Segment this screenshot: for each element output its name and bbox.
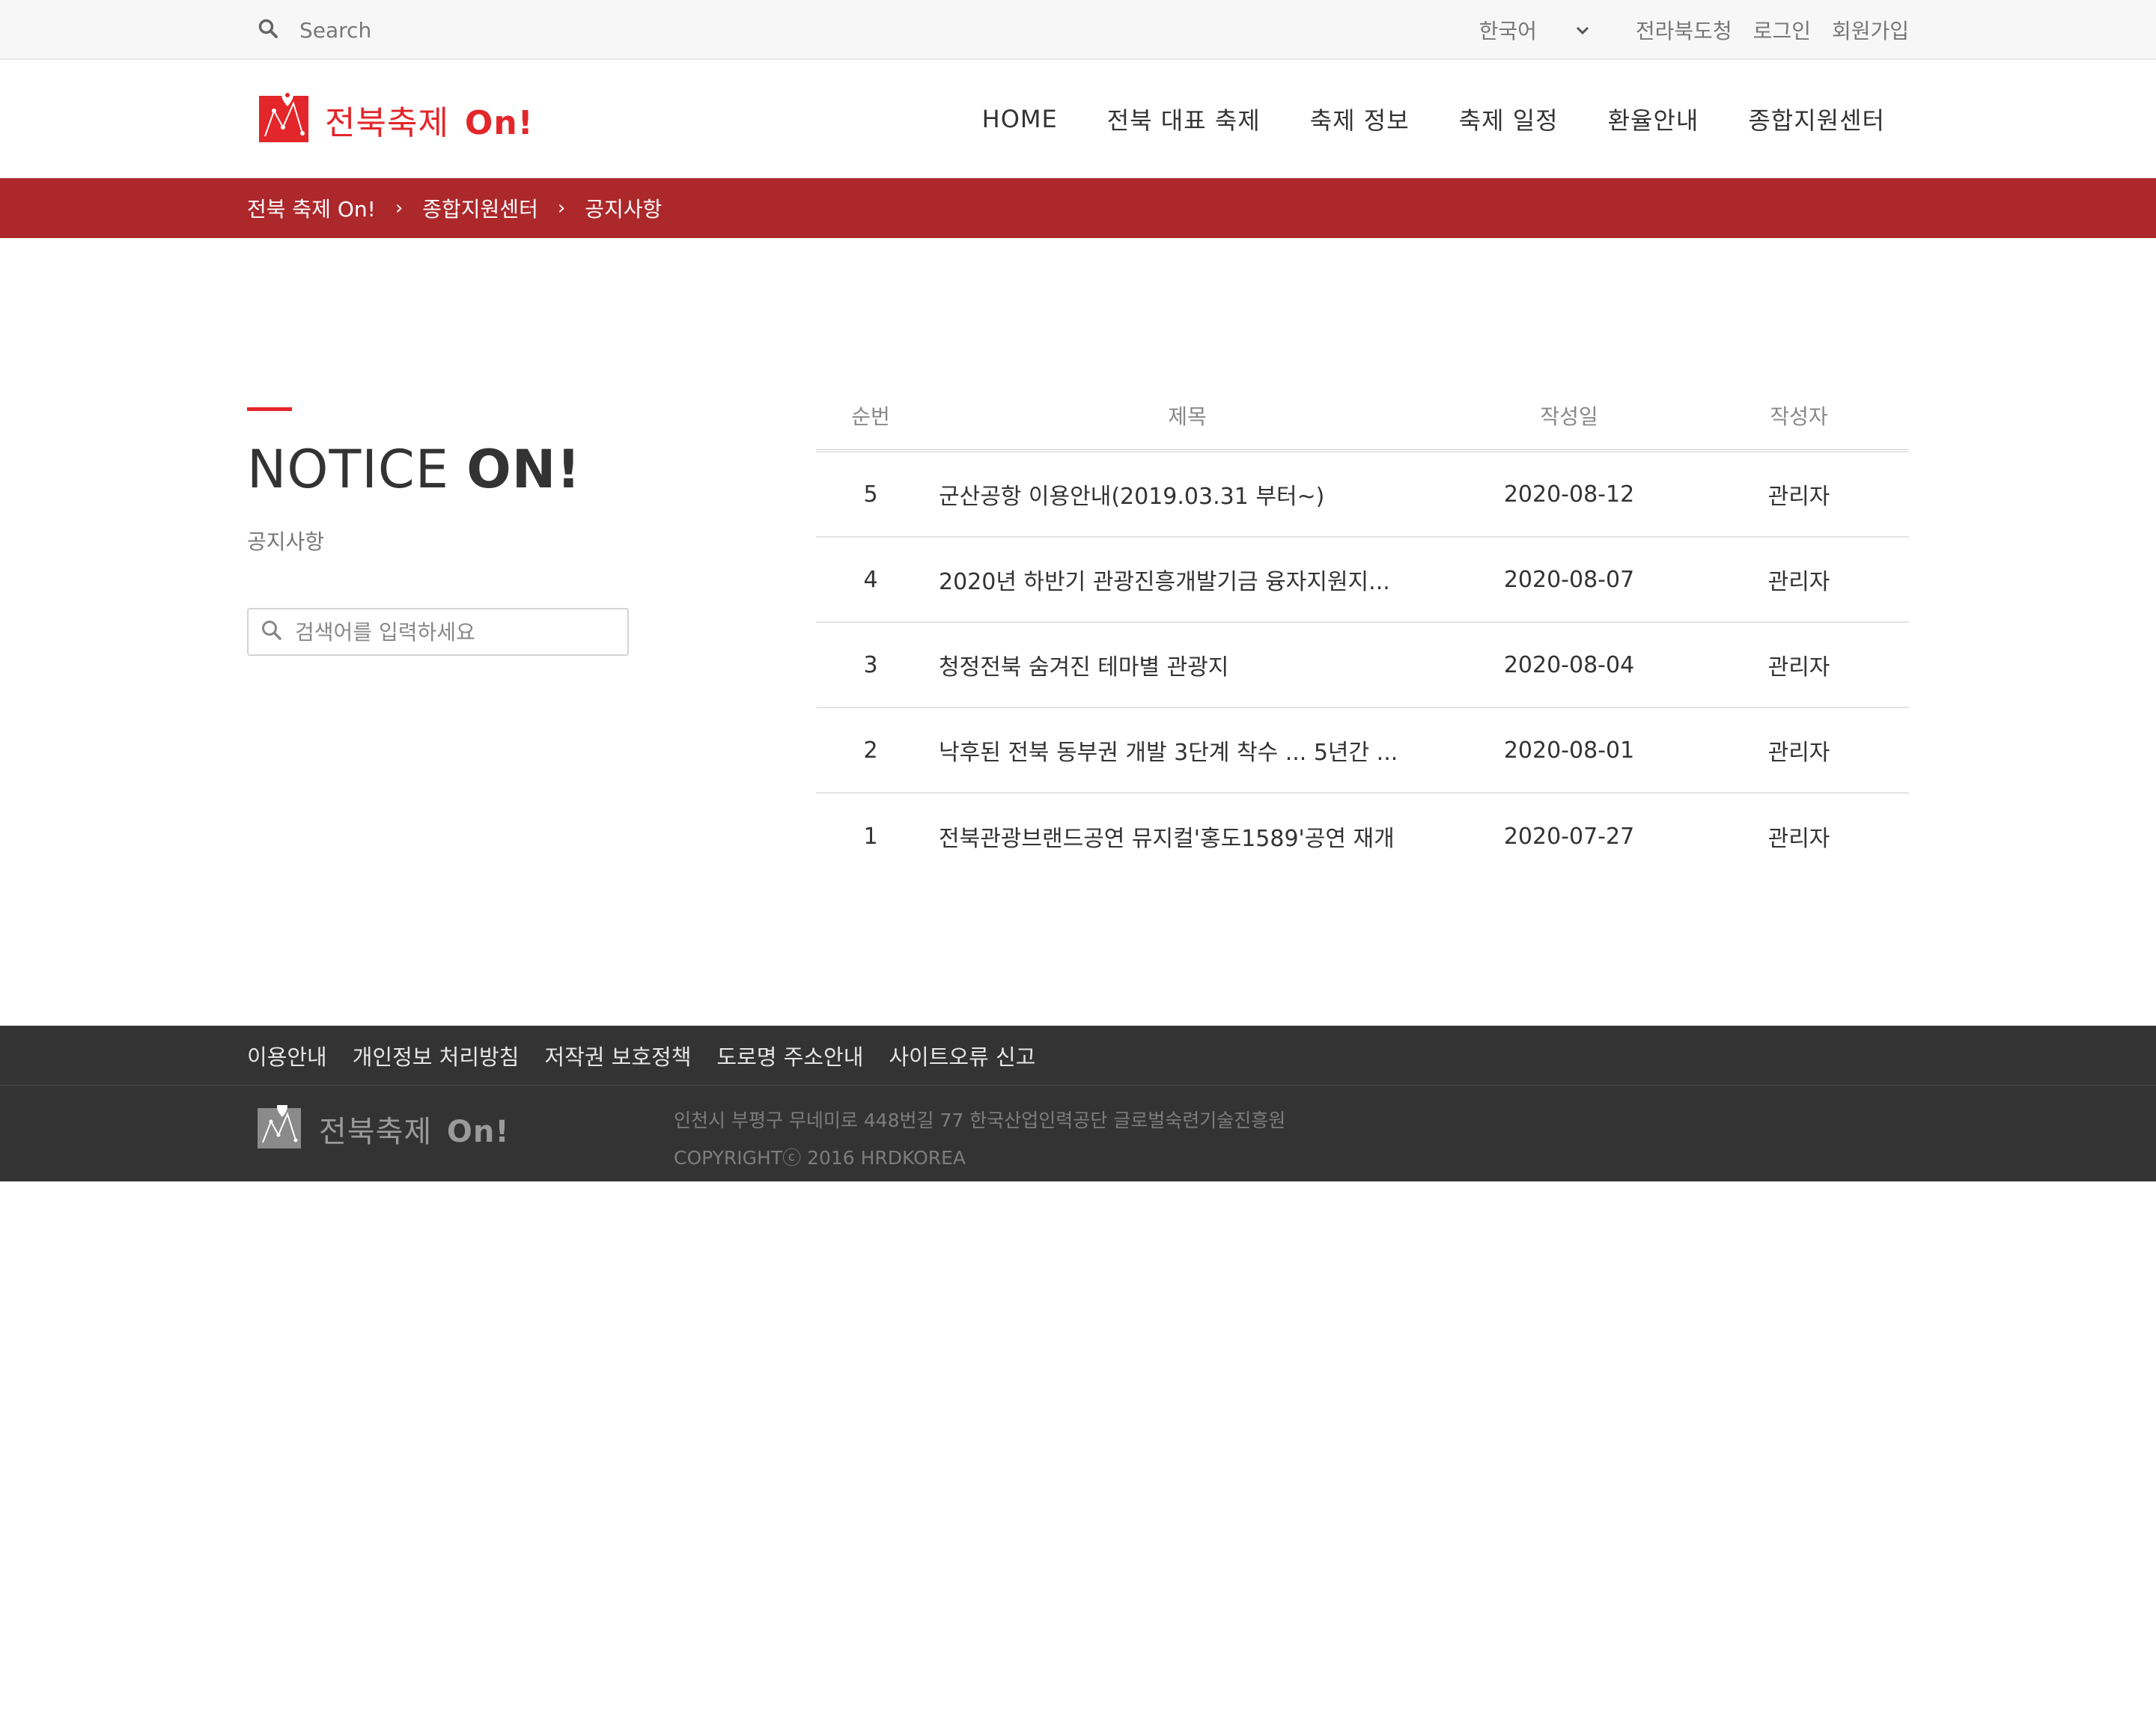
login-link[interactable]: 로그인 (1753, 15, 1811, 45)
chevron-down-icon (1576, 21, 1589, 40)
title-accent-line (247, 407, 292, 411)
footer-link-privacy[interactable]: 개인정보 처리방침 (353, 1040, 520, 1071)
row-no: 1 (863, 823, 878, 850)
utility-bar: 한국어 전라북도청 로그인 회원가입 (0, 0, 2156, 60)
footer-info: 인천시 부평구 무네미로 448번길 77 한국산업인력공단 글로벌숙련기술진흥… (674, 1102, 1285, 1177)
nav-representative-festivals[interactable]: 전북 대표 축제 (1107, 102, 1261, 136)
nav-festival-schedule[interactable]: 축제 일정 (1459, 102, 1559, 136)
site-footer: 전북축제 On! 인천시 부평구 무네미로 448번길 77 한국산업인력공단 … (0, 1086, 2156, 1181)
top-search[interactable] (258, 0, 599, 60)
row-author: 관리자 (1767, 569, 1830, 595)
header-author: 작성자 (1770, 404, 1828, 429)
footer-links: 이용안내 개인정보 처리방침 저작권 보호정책 도로명 주소안내 사이트오류 신… (247, 1026, 1035, 1086)
notice-table: 순번 제목 작성일 작성자 5 군산공항 이용안내(2019.03.31 부터~… (816, 382, 1909, 879)
chevron-right-icon: › (557, 197, 566, 219)
row-title-link[interactable]: 군산공항 이용안내(2019.03.31 부터~) (925, 478, 1449, 511)
site-header: 전북축제 On! HOME 전북 대표 축제 축제 정보 축제 일정 환율안내 … (0, 60, 2156, 178)
footer-link-report-error[interactable]: 사이트오류 신고 (889, 1040, 1035, 1071)
table-row[interactable]: 2 낙후된 전북 동부권 개발 3단계 착수 ... 5년간 ... 2020-… (816, 708, 1909, 794)
board-search[interactable] (247, 608, 629, 656)
header-title: 제목 (1168, 404, 1207, 429)
nav-support-center[interactable]: 종합지원센터 (1748, 102, 1885, 136)
nav-festival-info[interactable]: 축제 정보 (1310, 102, 1410, 136)
nav-exchange-rate[interactable]: 환율안내 (1608, 102, 1699, 136)
utility-links: 한국어 전라북도청 로그인 회원가입 (1479, 0, 1909, 60)
breadcrumb-home[interactable]: 전북 축제 On! (247, 193, 376, 223)
main-nav: HOME 전북 대표 축제 축제 정보 축제 일정 환율안내 종합지원센터 (982, 60, 1885, 178)
row-no: 4 (863, 566, 878, 593)
row-author: 관리자 (1767, 740, 1830, 766)
row-date: 2020-08-12 (1503, 481, 1635, 508)
breadcrumb-current: 공지사항 (585, 197, 663, 222)
search-icon[interactable] (261, 619, 283, 645)
footer-links-bar: 이용안내 개인정보 처리방침 저작권 보호정책 도로명 주소안내 사이트오류 신… (0, 1026, 2156, 1086)
table-header: 순번 제목 작성일 작성자 (816, 382, 1909, 452)
row-title-link[interactable]: 2020년 하반기 관광진흥개발기금 융자지원지... (925, 563, 1449, 596)
signup-link[interactable]: 회원가입 (1832, 15, 1909, 45)
row-date: 2020-08-07 (1503, 566, 1635, 593)
top-search-input[interactable] (299, 17, 599, 43)
row-date: 2020-08-04 (1503, 651, 1635, 678)
table-row[interactable]: 3 청정전북 숨겨진 테마별 관광지 2020-08-04 관리자 (816, 623, 1909, 708)
table-row[interactable]: 1 전북관광브랜드공연 뮤지컬'홍도1589'공연 재개 2020-07-27 … (816, 794, 1909, 879)
row-author: 관리자 (1767, 484, 1830, 510)
main-content: NOTICE ON! 공지사항 순번 제목 작성일 작성자 5 군산공항 이용안… (0, 238, 2156, 1026)
row-date: 2020-07-27 (1503, 823, 1635, 850)
logo-icon (259, 88, 310, 147)
footer-link-copyright[interactable]: 저작권 보호정책 (544, 1040, 691, 1071)
search-icon[interactable] (258, 18, 278, 42)
header-no: 순번 (851, 404, 890, 429)
row-title-link[interactable]: 청정전북 숨겨진 테마별 관광지 (925, 648, 1449, 681)
breadcrumb-bar: 전북 축제 On! › 종합지원센터 › 공지사항 (0, 178, 2156, 238)
board-search-input[interactable] (295, 619, 609, 645)
breadcrumb-support-center[interactable]: 종합지원센터 (422, 193, 538, 223)
header-date: 작성일 (1540, 404, 1598, 429)
footer-link-road-address[interactable]: 도로명 주소안내 (716, 1040, 863, 1071)
language-select[interactable]: 한국어 (1479, 15, 1589, 45)
footer-logo: 전북축제 On! (258, 1101, 510, 1153)
logo-text: 전북축제 On! (325, 104, 534, 142)
page-title: NOTICE ON! (247, 439, 582, 500)
table-row[interactable]: 4 2020년 하반기 관광진흥개발기금 융자지원지... 2020-08-07… (816, 538, 1909, 623)
row-date: 2020-08-01 (1503, 737, 1635, 764)
site-logo[interactable]: 전북축제 On! (259, 88, 534, 147)
row-title-link[interactable]: 낙후된 전북 동부권 개발 3단계 착수 ... 5년간 ... (925, 734, 1449, 767)
language-label: 한국어 (1479, 19, 1537, 43)
table-row[interactable]: 5 군산공항 이용안내(2019.03.31 부터~) 2020-08-12 관… (816, 452, 1909, 538)
row-no: 5 (863, 481, 878, 508)
nav-home[interactable]: HOME (982, 105, 1058, 133)
row-title-link[interactable]: 전북관광브랜드공연 뮤지컬'홍도1589'공연 재개 (925, 820, 1449, 853)
row-no: 3 (863, 651, 878, 678)
footer-link-terms[interactable]: 이용안내 (247, 1040, 327, 1071)
footer-address: 인천시 부평구 무네미로 448번길 77 한국산업인력공단 글로벌숙련기술진흥… (674, 1110, 1286, 1131)
breadcrumb: 전북 축제 On! › 종합지원센터 › 공지사항 (247, 178, 662, 238)
footer-copyright: COPYRIGHTⓒ 2016 HRDKOREA (674, 1147, 966, 1169)
logo-icon (258, 1101, 302, 1153)
row-author: 관리자 (1767, 826, 1830, 852)
footer-logo-text: 전북축제 On! (319, 1115, 510, 1149)
page-subtitle: 공지사항 (247, 529, 325, 554)
link-jeonbuk-province[interactable]: 전라북도청 (1636, 15, 1732, 45)
row-no: 2 (863, 737, 878, 764)
row-author: 관리자 (1767, 654, 1830, 681)
chevron-right-icon: › (395, 197, 404, 219)
